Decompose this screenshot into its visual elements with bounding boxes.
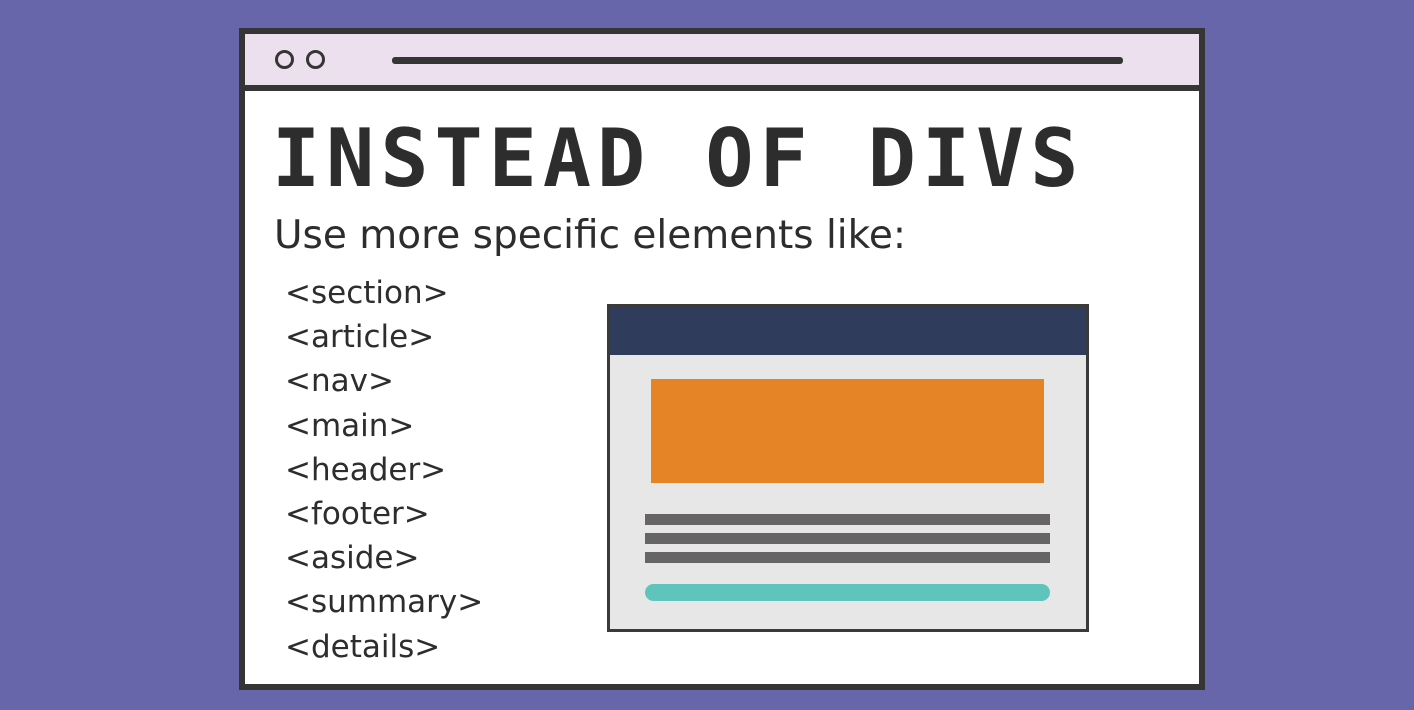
illustration-text-line	[645, 533, 1050, 544]
illustration-text-line	[645, 552, 1050, 563]
element-item: <summary>	[285, 584, 484, 621]
window-dot-icon	[275, 50, 294, 69]
illustration-button	[645, 584, 1050, 601]
element-list: <section> <article> <nav> <main> <header…	[285, 271, 483, 669]
element-item: <aside>	[285, 540, 420, 577]
subtitle: Use more specific elements like:	[274, 213, 906, 258]
headline: INSTEAD OF DIVS	[272, 112, 1085, 205]
element-item: <footer>	[285, 495, 430, 532]
element-item: <article>	[285, 319, 435, 356]
illustration-header	[610, 307, 1086, 355]
webpage-illustration	[607, 304, 1089, 632]
address-bar	[392, 57, 1123, 64]
element-item: <details>	[285, 628, 441, 665]
element-item: <header>	[285, 451, 447, 488]
window-dot-icon	[306, 50, 325, 69]
element-item: <main>	[285, 407, 415, 444]
element-item: <section>	[285, 275, 449, 311]
window-titlebar	[245, 34, 1199, 91]
illustration-hero-block	[651, 379, 1044, 483]
element-item: <nav>	[285, 363, 394, 400]
illustration-text-line	[645, 514, 1050, 525]
browser-window: INSTEAD OF DIVS Use more specific elemen…	[239, 28, 1205, 690]
